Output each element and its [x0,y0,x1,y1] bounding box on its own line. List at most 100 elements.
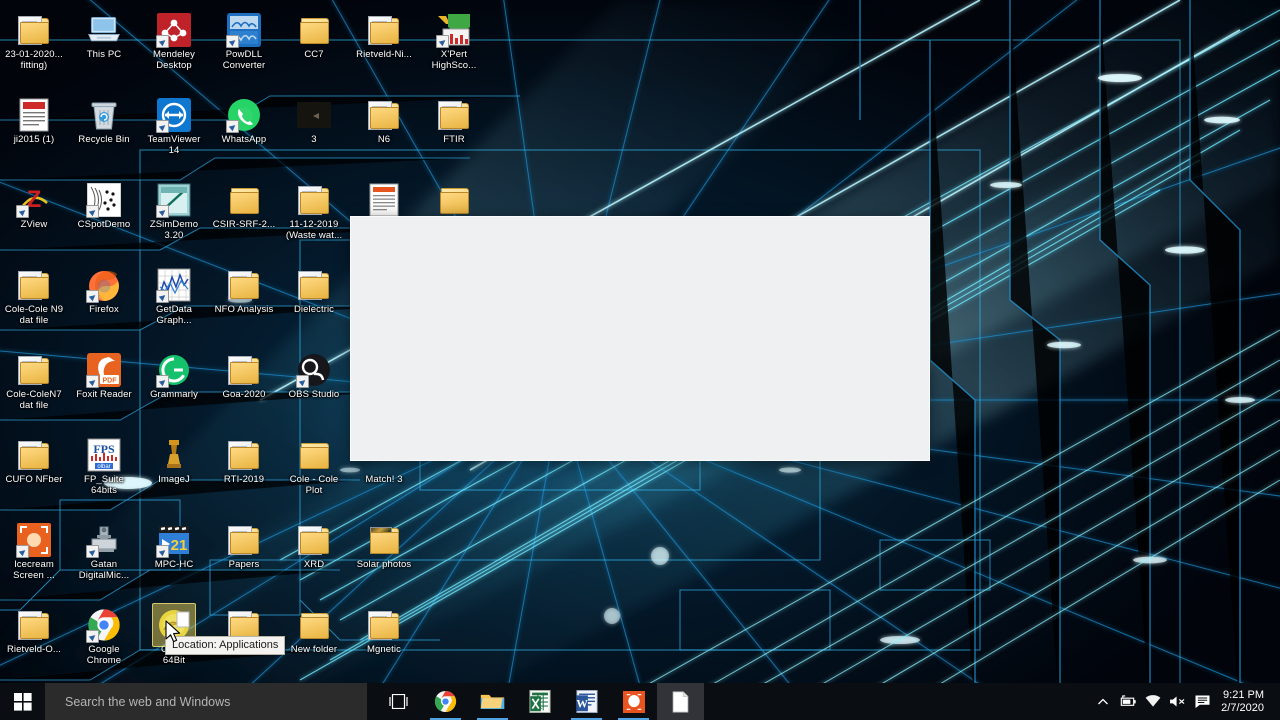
excel-icon [528,690,551,713]
folder-doc-icon [296,522,332,558]
taskbar-item-document[interactable] [657,683,704,720]
mendeley-icon [156,12,192,48]
taskbar-item-word[interactable]: W [563,683,610,720]
folder-icon [296,607,332,643]
desktop-icon-this-pc[interactable]: This PC [69,12,139,61]
desktop-icon-cc7[interactable]: CC7 [279,12,349,61]
loading-window[interactable] [350,216,930,461]
svg-text:olbar: olbar [97,464,110,470]
taskbar-search-input[interactable]: Search the web and Windows [45,683,367,720]
clock[interactable]: 9:21 PM 2/7/2020 [1215,689,1274,715]
desktop-icon-ji2015-1[interactable]: ji2015 (1) [0,97,69,146]
desktop-icon-cspotdemo[interactable]: CSpotDemo [69,182,139,231]
desktop-icon-unlabeled-19[interactable] [349,182,419,220]
desktop-icon-3[interactable]: 3 [279,97,349,146]
desktop-icon-zsimdemo[interactable]: ZSimDemo 3.20 [139,182,209,241]
desktop-icon-grammarly[interactable]: Grammarly [139,352,209,401]
folder-doc-icon [226,522,262,558]
start-button[interactable] [0,683,45,720]
desktop-icon-label: PowDLL Converter [222,49,266,71]
desktop-icon-label: 11-12-2019 (Waste wat... [285,219,343,241]
desktop-icon-x-pert[interactable]: X'Pert HighSco... [419,12,489,71]
chrome-icon [86,607,122,643]
imagej-icon [156,437,192,473]
desktop-icon-nfo-analysis[interactable]: NFO Analysis [209,267,279,316]
shortcut-arrow-icon [156,35,169,48]
task-view-button[interactable] [375,683,422,720]
network-button[interactable] [1140,683,1165,720]
desktop-icon-label: Goa-2020 [222,389,266,400]
windows-logo-icon [13,692,32,711]
taskbar-item-file-explorer[interactable] [469,683,516,720]
shortcut-arrow-icon [156,120,169,133]
desktop-icon-imagej[interactable]: ImageJ [139,437,209,486]
desktop-icon-teamviewer[interactable]: TeamViewer 14 [139,97,209,156]
desktop-icon-getdata[interactable]: GetData Graph... [139,267,209,326]
desktop-icon-cole-cole[interactable]: Cole - Cole Plot [279,437,349,496]
desktop-icon-fp-suite[interactable]: FPS olbar FP_Suite 64bits [69,437,139,496]
speaker-mute-icon [1170,696,1185,707]
desktop-icon-firefox[interactable]: Firefox [69,267,139,316]
desktop-icon-solar-photos[interactable]: Solar photos [349,522,419,571]
taskbar-item-chrome[interactable] [422,683,469,720]
desktop-icon-rietveld-o[interactable]: Rietveld-O... [0,607,69,656]
desktop-icon-rti-2019[interactable]: RTI-2019 [209,437,279,486]
desktop-icon-zview[interactable]: Z ZView [0,182,69,231]
desktop-icon-powdll[interactable]: PowDLL Converter [209,12,279,71]
desktop-icon-label: Icecream Screen ... [13,559,55,581]
desktop-icon-dielectric[interactable]: Dielectric [279,267,349,316]
folder-doc-icon [226,437,262,473]
desktop-icon-cole-colen7[interactable]: Cole-ColeN7 dat file [0,352,69,411]
desktop-icon-ftir[interactable]: FTIR [419,97,489,146]
desktop-icon-11-12-2019[interactable]: 11-12-2019 (Waste wat... [279,182,349,241]
desktop-icon-mpc-hc[interactable]: 21 MPC-HC [139,522,209,571]
desktop-icon-label: Cole - Cole Plot [289,474,339,496]
desktop-icon-mgnetic[interactable]: Mgnetic [349,607,419,656]
desktop-icon-label: Cole-Cole N9 dat file [4,304,64,326]
action-center-button[interactable] [1190,683,1215,720]
desktop-icon-recycle-bin[interactable]: Recycle Bin [69,97,139,146]
teamviewer-icon [156,97,192,133]
desktop-icon-label: TeamViewer 14 [147,134,201,156]
desktop-icon-cufo-nfber[interactable]: CUFO NFber [0,437,69,486]
desktop-icon-foxit-reader[interactable]: PDF Foxit Reader [69,352,139,401]
shortcut-arrow-icon [226,120,239,133]
desktop-icon-unlabeled-20[interactable] [419,182,489,220]
taskbar-item-excel[interactable] [516,683,563,720]
desktop-icon-icecream[interactable]: Icecream Screen ... [0,522,69,581]
desktop-icon-n6[interactable]: N6 [349,97,419,146]
desktop-icon-cole-cole-n9[interactable]: Cole-Cole N9 dat file [0,267,69,326]
desktop-icon-label: ImageJ [158,474,190,485]
shortcut-arrow-icon [86,290,99,303]
wifi-icon [1145,695,1161,707]
desktop-icon-obs-studio[interactable]: OBS Studio [279,352,349,401]
desktop-icon-mendeley[interactable]: Mendeley Desktop [139,12,209,71]
desktop-icon-label: CSIR-SRF-2... [212,219,276,230]
folder-doc-icon [16,12,52,48]
desktop-icon-xrd[interactable]: XRD [279,522,349,571]
taskbar-item-origin[interactable] [610,683,657,720]
desktop-icon-new-folder[interactable]: New folder [279,607,349,656]
desktop-icon-rietveld-ni[interactable]: Rietveld-Ni... [349,12,419,61]
folder-doc-icon [226,352,262,388]
desktop-icon-google[interactable]: Google Chrome [69,607,139,666]
folder-doc-icon [366,12,402,48]
battery-status-button[interactable] [1115,683,1140,720]
folder-doc-icon [16,437,52,473]
volume-button[interactable] [1165,683,1190,720]
folder-icon [296,437,332,473]
desktop-icon-label: CUFO NFber [5,474,63,485]
icon-tooltip: Location: Applications [165,636,286,655]
desktop-icon-gatan[interactable]: Gatan DigitalMic... [69,522,139,581]
taskbar-app-buttons: W [375,683,704,720]
zview-icon: Z [16,182,52,218]
desktop-icon-csir-srf-2[interactable]: CSIR-SRF-2... [209,182,279,231]
shortcut-arrow-icon [156,545,169,558]
folder-photo-icon [366,522,402,558]
desktop-icon-whatsapp[interactable]: WhatsApp [209,97,279,146]
desktop-icon-papers[interactable]: Papers [209,522,279,571]
desktop-icon-goa-2020[interactable]: Goa-2020 [209,352,279,401]
desktop-icon-label: OBS Studio [288,389,340,400]
show-hidden-icons-button[interactable] [1090,683,1115,720]
desktop-icon-23-01-2020[interactable]: 23-01-2020... fitting) [0,12,69,71]
